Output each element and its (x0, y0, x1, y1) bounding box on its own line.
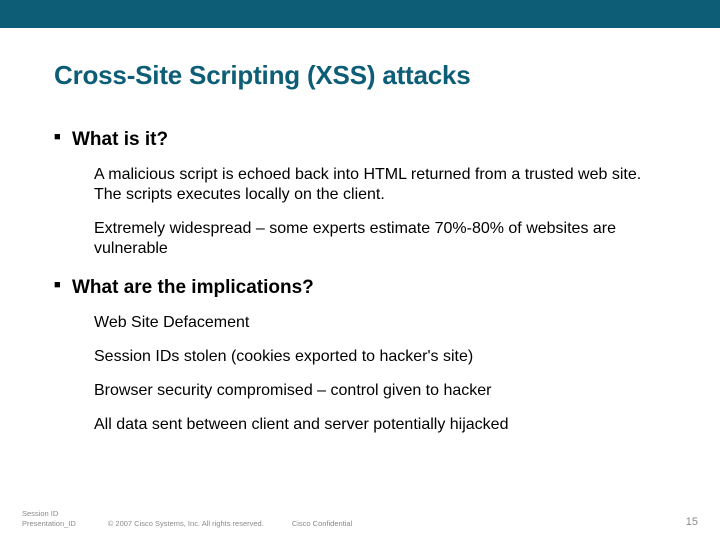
bullet-point: Session IDs stolen (cookies exported to … (94, 347, 654, 367)
footer-left-block: Session ID Presentation_ID (22, 509, 76, 528)
bullet-point: Web Site Defacement (94, 313, 654, 333)
bullet-point: Browser security compromised – control g… (94, 381, 654, 401)
section-implications: What are the implications? Web Site Defa… (54, 277, 666, 435)
top-accent-bar (0, 0, 720, 28)
section-heading: What are the implications? (54, 277, 666, 299)
bullet-point: All data sent between client and server … (94, 415, 654, 435)
bullet-point: Extremely widespread – some experts esti… (94, 219, 654, 259)
footer-copyright: © 2007 Cisco Systems, Inc. All rights re… (108, 519, 264, 528)
slide-footer: Session ID Presentation_ID © 2007 Cisco … (0, 509, 720, 528)
slide-title: Cross-Site Scripting (XSS) attacks (54, 60, 666, 91)
bullet-point: A malicious script is echoed back into H… (94, 165, 654, 205)
slide: Cross-Site Scripting (XSS) attacks What … (0, 0, 720, 540)
footer-confidential: Cisco Confidential (292, 519, 352, 528)
footer-presentation-id: Presentation_ID (22, 519, 76, 528)
slide-content: Cross-Site Scripting (XSS) attacks What … (0, 28, 720, 435)
section-what-is-it: What is it? A malicious script is echoed… (54, 129, 666, 259)
footer-session-id: Session ID (22, 509, 76, 518)
section-heading: What is it? (54, 129, 666, 151)
page-number: 15 (686, 516, 698, 528)
